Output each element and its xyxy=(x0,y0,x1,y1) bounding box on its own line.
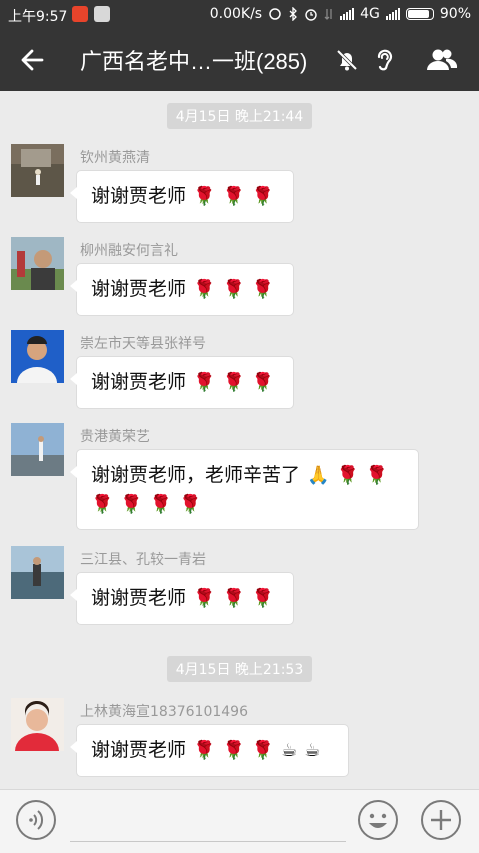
rose-icon: 🌹 xyxy=(149,494,173,515)
plus-icon[interactable] xyxy=(420,799,462,841)
rose-icon: 🌹 xyxy=(365,465,389,486)
avatar[interactable] xyxy=(11,144,64,197)
rose-icon: 🌹 xyxy=(336,465,359,486)
rose-icon: 🌹 xyxy=(251,372,275,393)
alarm-icon xyxy=(305,9,317,21)
battery-icon xyxy=(405,8,434,20)
network-type: 4G xyxy=(360,6,380,22)
data-transfer-icon xyxy=(324,9,332,20)
message-bubble[interactable]: 谢谢贾老师 🌹 🌹 🌹 xyxy=(70,170,294,223)
chat-header: 广西名老中…一班(285) xyxy=(0,28,479,91)
rose-icon: 🌹 xyxy=(251,279,275,300)
bell-off-icon[interactable] xyxy=(332,45,362,75)
avatar[interactable] xyxy=(11,330,64,383)
ear-icon[interactable] xyxy=(369,45,399,75)
signal-icon-2 xyxy=(385,8,400,20)
arrow-left-icon[interactable] xyxy=(16,43,50,77)
rose-icon: 🌹 xyxy=(251,740,275,761)
coffee-icon: ☕ xyxy=(304,740,321,761)
chat-title: 广西名老中…一班(285) xyxy=(80,49,308,74)
rose-icon: 🌹 xyxy=(251,186,275,207)
message-text: 谢谢贾老师，老师辛苦了 xyxy=(91,464,301,486)
rose-icon: 🌹 xyxy=(222,588,245,609)
rose-icon: 🌹 xyxy=(251,588,275,609)
rose-icon: 🌹 xyxy=(193,372,216,393)
timestamp: 4月15日 晚上21:44 xyxy=(0,103,479,129)
status-bar: 上午9:57 0.00K/s 4G 90% xyxy=(0,0,479,28)
message-text: 谢谢贾老师 xyxy=(91,587,187,609)
message-text: 谢谢贾老师 xyxy=(91,278,187,300)
avatar[interactable] xyxy=(11,546,64,599)
message-bubble[interactable]: 谢谢贾老师 🌹 🌹 🌹 xyxy=(70,572,294,625)
weibo-icon xyxy=(72,6,88,22)
battery-fill xyxy=(407,10,430,18)
rose-icon: 🌹 xyxy=(222,740,245,761)
sender-name: 崇左市天等县张祥号 xyxy=(80,336,206,352)
message-bubble[interactable]: 谢谢贾老师 🌹 🌹 🌹 xyxy=(70,263,294,316)
message-input[interactable] xyxy=(70,841,346,842)
message-bubble[interactable]: 谢谢贾老师 🌹 🌹 🌹 xyxy=(70,356,294,409)
message-text: 谢谢贾老师 xyxy=(91,185,187,207)
group-icon[interactable] xyxy=(424,45,460,75)
sender-name: 柳州融安何言礼 xyxy=(80,243,178,259)
coffee-icon: ☕ xyxy=(281,740,298,761)
praying-hands-icon: 🙏 xyxy=(307,465,330,486)
rose-icon: 🌹 xyxy=(120,494,143,515)
chat-area[interactable]: 4月15日 晚上21:44 钦州黄燕清 谢谢贾老师 🌹 🌹 🌹 柳州融安何言礼 谢谢贾… xyxy=(0,91,479,789)
battery-percent: 90% xyxy=(439,6,471,22)
rose-icon: 🌹 xyxy=(193,588,216,609)
input-bar xyxy=(0,789,479,853)
message-bubble[interactable]: 谢谢贾老师，老师辛苦了 🙏 🌹 🌹 🌹 🌹 🌹 🌹 xyxy=(70,449,419,530)
sender-name: 上林黄海宣18376101496 xyxy=(80,704,248,720)
bluetooth-icon xyxy=(289,7,298,21)
rose-icon: 🌹 xyxy=(222,372,245,393)
rose-icon: 🌹 xyxy=(91,494,114,515)
message-text: 谢谢贾老师 xyxy=(91,739,187,761)
notes-icon xyxy=(94,6,110,22)
voice-icon[interactable] xyxy=(15,799,57,841)
status-time: 上午9:57 xyxy=(8,9,68,25)
avatar[interactable] xyxy=(11,237,64,290)
sender-name: 三江县、孔较一青岩 xyxy=(80,552,206,568)
smiley-icon[interactable] xyxy=(357,799,399,841)
sync-icon xyxy=(269,8,281,20)
net-speed: 0.00K/s xyxy=(209,6,263,22)
sender-name: 钦州黄燕清 xyxy=(80,150,150,166)
rose-icon: 🌹 xyxy=(193,740,216,761)
rose-icon: 🌹 xyxy=(193,279,216,300)
avatar[interactable] xyxy=(11,423,64,476)
status-right: 0.00K/s 4G 90% xyxy=(210,6,471,22)
message-bubble[interactable]: 谢谢贾老师 🌹 🌹 🌹 ☕ ☕ xyxy=(70,724,349,777)
message-text: 谢谢贾老师 xyxy=(91,371,187,393)
rose-icon: 🌹 xyxy=(193,186,216,207)
sender-name: 贵港黄荣艺 xyxy=(80,429,150,445)
avatar[interactable] xyxy=(11,698,64,751)
timestamp: 4月15日 晚上21:53 xyxy=(0,656,479,682)
rose-icon: 🌹 xyxy=(222,186,245,207)
rose-icon: 🌹 xyxy=(222,279,245,300)
signal-icon xyxy=(340,8,355,20)
rose-icon: 🌹 xyxy=(179,494,202,515)
